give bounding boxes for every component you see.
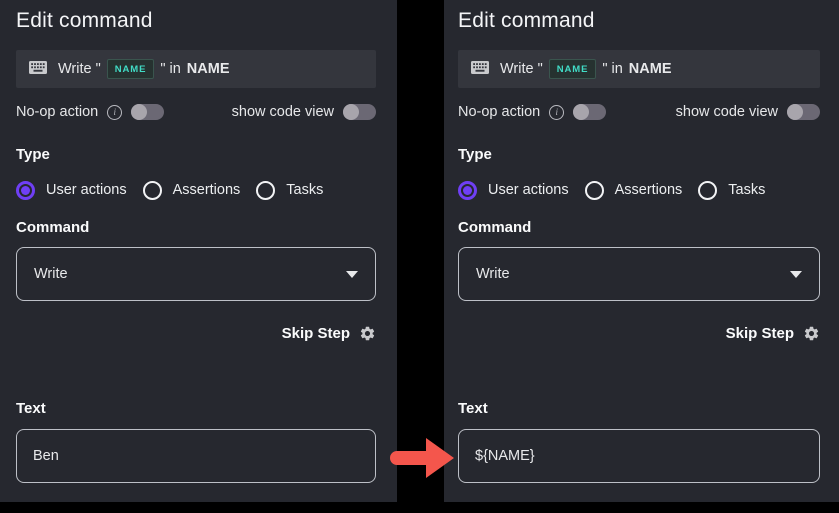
code-view-group: show code view [676, 104, 820, 120]
info-icon[interactable]: i [549, 105, 564, 120]
gear-icon[interactable] [359, 325, 376, 342]
radio-label: Tasks [286, 182, 323, 198]
command-variable-badge: NAME [549, 59, 597, 80]
command-label: Command [16, 219, 376, 237]
command-select[interactable]: Write [458, 247, 820, 301]
text-label: Text [16, 400, 376, 418]
preview-prefix: Write " [500, 61, 543, 77]
edit-command-dialog-after: Edit command Write " NAME " in NAME No-op a… [444, 0, 839, 502]
skip-step-label: Skip Step [726, 325, 794, 342]
radio-unselected-icon [256, 181, 275, 200]
toggle-row: No-op action i show code view [458, 104, 820, 120]
toggle-row: No-op action i show code view [16, 104, 376, 120]
radio-label: Assertions [615, 182, 683, 198]
text-input[interactable] [16, 429, 376, 483]
command-select-value: Write [34, 266, 68, 282]
radio-selected-icon [16, 181, 35, 200]
radio-label: Tasks [728, 182, 765, 198]
radio-unselected-icon [143, 181, 162, 200]
command-preview: Write " NAME " in NAME [458, 50, 820, 88]
text-input[interactable] [458, 429, 820, 483]
keyboard-icon [29, 61, 47, 78]
radio-user-actions[interactable]: User actions [16, 181, 127, 200]
toggle-knob [131, 104, 147, 120]
command-preview: Write " NAME " in NAME [16, 50, 376, 88]
code-view-toggle[interactable] [787, 104, 820, 120]
radio-tasks[interactable]: Tasks [698, 181, 765, 200]
radio-selected-icon [458, 181, 477, 200]
radio-unselected-icon [585, 181, 604, 200]
radio-label: User actions [46, 182, 127, 198]
gear-icon[interactable] [803, 325, 820, 342]
info-icon[interactable]: i [107, 105, 122, 120]
edit-command-dialog-before: Edit command Write " NAME " in NAME No-op a… [0, 0, 397, 502]
page-title: Edit command [458, 9, 820, 33]
command-label: Command [458, 219, 820, 237]
skip-step-label: Skip Step [282, 325, 350, 342]
page-title: Edit command [16, 9, 376, 33]
preview-target: NAME [629, 61, 672, 77]
noop-action-toggle[interactable] [131, 104, 164, 120]
preview-middle: " in [602, 61, 622, 77]
radio-label: Assertions [173, 182, 241, 198]
noop-action-label: No-op action [16, 104, 98, 120]
chevron-down-icon [790, 271, 802, 278]
noop-action-toggle[interactable] [573, 104, 606, 120]
preview-middle: " in [160, 61, 180, 77]
code-view-toggle[interactable] [343, 104, 376, 120]
noop-action-label: No-op action [458, 104, 540, 120]
radio-assertions[interactable]: Assertions [143, 181, 241, 200]
text-label: Text [458, 400, 820, 418]
keyboard-icon [471, 61, 489, 78]
radio-tasks[interactable]: Tasks [256, 181, 323, 200]
chevron-down-icon [346, 271, 358, 278]
command-variable-badge: NAME [107, 59, 155, 80]
radio-unselected-icon [698, 181, 717, 200]
radio-user-actions[interactable]: User actions [458, 181, 569, 200]
noop-action-group: No-op action i [16, 104, 164, 120]
skip-step-row: Skip Step [458, 324, 820, 342]
toggle-knob [787, 104, 803, 120]
toggle-knob [343, 104, 359, 120]
type-label: Type [16, 146, 376, 164]
toggle-knob [573, 104, 589, 120]
preview-target: NAME [187, 61, 230, 77]
command-select-value: Write [476, 266, 510, 282]
command-preview-text: Write " NAME " in NAME [500, 59, 672, 80]
code-view-group: show code view [232, 104, 376, 120]
transform-arrow-icon [390, 435, 456, 486]
command-select[interactable]: Write [16, 247, 376, 301]
type-radio-group: User actions Assertions Tasks [16, 180, 376, 200]
type-label: Type [458, 146, 820, 164]
skip-step-row: Skip Step [16, 324, 376, 342]
radio-label: User actions [488, 182, 569, 198]
preview-prefix: Write " [58, 61, 101, 77]
radio-assertions[interactable]: Assertions [585, 181, 683, 200]
command-preview-text: Write " NAME " in NAME [58, 59, 230, 80]
noop-action-group: No-op action i [458, 104, 606, 120]
code-view-label: show code view [676, 104, 778, 120]
type-radio-group: User actions Assertions Tasks [458, 180, 820, 200]
code-view-label: show code view [232, 104, 334, 120]
